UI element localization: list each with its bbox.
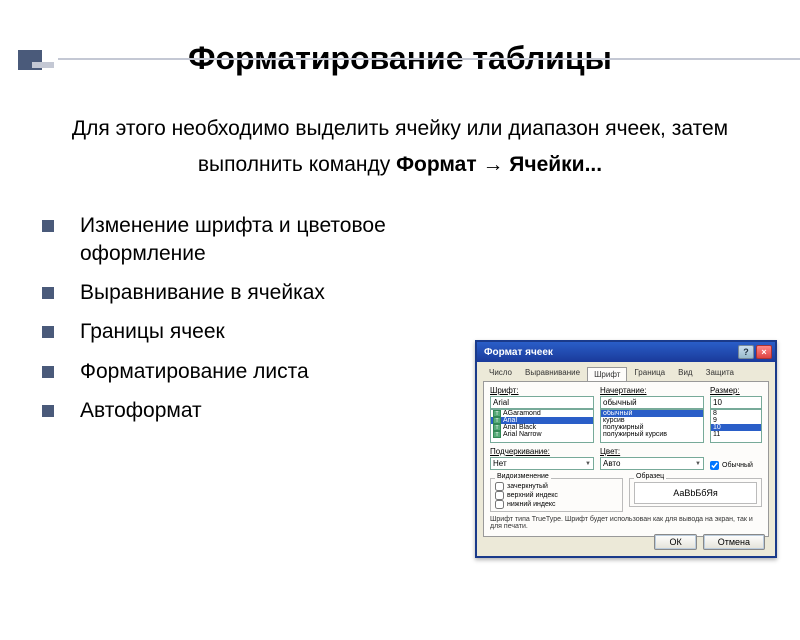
list-item: Автоформат: [40, 397, 470, 424]
bullet-list: Изменение шрифта и цветовое оформление В…: [40, 212, 470, 424]
tab-protection[interactable]: Защита: [700, 366, 740, 381]
size-listbox[interactable]: 8 9 10 11: [710, 409, 762, 443]
superscript-checkbox[interactable]: верхний индекс: [495, 491, 618, 500]
deco-square-light: [32, 62, 54, 68]
size-option[interactable]: 9: [713, 417, 717, 424]
style-option[interactable]: полужирный: [603, 424, 644, 431]
ok-button[interactable]: ОК: [654, 534, 696, 550]
intro-paragraph: Для этого необходимо выделить ячейку или…: [40, 111, 760, 182]
style-option[interactable]: курсив: [603, 417, 625, 424]
cancel-button[interactable]: Отмена: [703, 534, 765, 550]
list-item-label: Выравнивание в ячейках: [80, 281, 325, 304]
intro-command: Формат → Ячейки...: [396, 153, 602, 176]
list-item: Границы ячеек: [40, 318, 470, 345]
normal-font-check[interactable]: [710, 461, 719, 470]
list-item: Выравнивание в ячейках: [40, 279, 470, 306]
subscript-checkbox[interactable]: нижний индекс: [495, 500, 618, 509]
slide-decoration: [0, 40, 800, 68]
list-item: Форматирование листа: [40, 358, 470, 385]
color-combo[interactable]: Авто: [600, 457, 704, 470]
size-option[interactable]: 10: [713, 424, 721, 431]
size-option[interactable]: 11: [713, 431, 720, 438]
strike-label: зачеркнутый: [507, 483, 548, 490]
underline-combo[interactable]: Нет: [490, 457, 594, 470]
font-type-icon: T: [493, 424, 501, 431]
effects-group-title: Видоизменение: [495, 473, 551, 480]
tab-panel-font: Шрифт: TAGaramond TArial TArial Black TA…: [483, 381, 769, 537]
underline-value: Нет: [493, 459, 507, 468]
underline-label: Подчеркивание:: [490, 447, 594, 456]
sub-check[interactable]: [495, 500, 504, 509]
font-option[interactable]: Arial Black: [503, 424, 536, 431]
normal-font-checkbox[interactable]: Обычный: [710, 461, 762, 470]
tab-view[interactable]: Вид: [672, 366, 698, 381]
style-option[interactable]: полужирный курсив: [603, 431, 667, 438]
font-type-icon: T: [493, 410, 501, 417]
sample-group-title: Образец: [634, 473, 666, 480]
size-input[interactable]: [710, 396, 762, 409]
list-item-label: Границы ячеек: [80, 320, 225, 343]
deco-line: [58, 58, 800, 60]
size-option[interactable]: 8: [713, 410, 717, 417]
font-input[interactable]: [490, 396, 594, 409]
super-label: верхний индекс: [507, 492, 558, 499]
tab-alignment[interactable]: Выравнивание: [519, 366, 586, 381]
font-option[interactable]: AGaramond: [503, 410, 541, 417]
list-item-label: Автоформат: [80, 399, 202, 422]
style-input[interactable]: [600, 396, 704, 409]
color-value: Авто: [603, 459, 620, 468]
tab-font[interactable]: Шрифт: [587, 367, 627, 382]
help-icon[interactable]: ?: [738, 345, 754, 359]
dialog-titlebar[interactable]: Формат ячеек ? ×: [477, 342, 775, 362]
font-label: Шрифт:: [490, 386, 594, 395]
tab-strip: Число Выравнивание Шрифт Граница Вид Защ…: [477, 362, 775, 381]
style-option[interactable]: обычный: [603, 410, 632, 417]
list-item: Изменение шрифта и цветовое оформление: [40, 212, 470, 267]
list-item-label: Изменение шрифта и цветовое оформление: [80, 214, 386, 264]
dialog-title: Формат ячеек: [480, 347, 553, 358]
size-label: Размер:: [710, 386, 762, 395]
sample-preview: АаВbБбЯя: [634, 482, 757, 504]
super-check[interactable]: [495, 491, 504, 500]
style-listbox[interactable]: обычный курсив полужирный полужирный кур…: [600, 409, 704, 443]
list-item-label: Форматирование листа: [80, 360, 309, 383]
color-label: Цвет:: [600, 447, 704, 456]
font-option[interactable]: Arial Narrow: [503, 431, 542, 438]
font-type-icon: T: [493, 431, 501, 438]
tab-number[interactable]: Число: [483, 366, 518, 381]
strike-checkbox[interactable]: зачеркнутый: [495, 482, 618, 491]
font-listbox[interactable]: TAGaramond TArial TArial Black TArial Na…: [490, 409, 594, 443]
tab-border[interactable]: Граница: [628, 366, 671, 381]
close-icon[interactable]: ×: [756, 345, 772, 359]
effects-group: Видоизменение зачеркнутый верхний индекс…: [490, 478, 623, 512]
strike-check[interactable]: [495, 482, 504, 491]
sample-group: Образец АаВbБбЯя: [629, 478, 762, 507]
font-option[interactable]: Arial: [503, 417, 517, 424]
normal-font-label: Обычный: [722, 462, 753, 469]
font-type-icon: T: [493, 417, 501, 424]
format-cells-dialog: Формат ячеек ? × Число Выравнивание Шриф…: [475, 340, 777, 558]
style-label: Начертание:: [600, 386, 704, 395]
sub-label: нижний индекс: [507, 501, 555, 508]
footnote-text: Шрифт типа TrueType. Шрифт будет использ…: [490, 516, 762, 530]
